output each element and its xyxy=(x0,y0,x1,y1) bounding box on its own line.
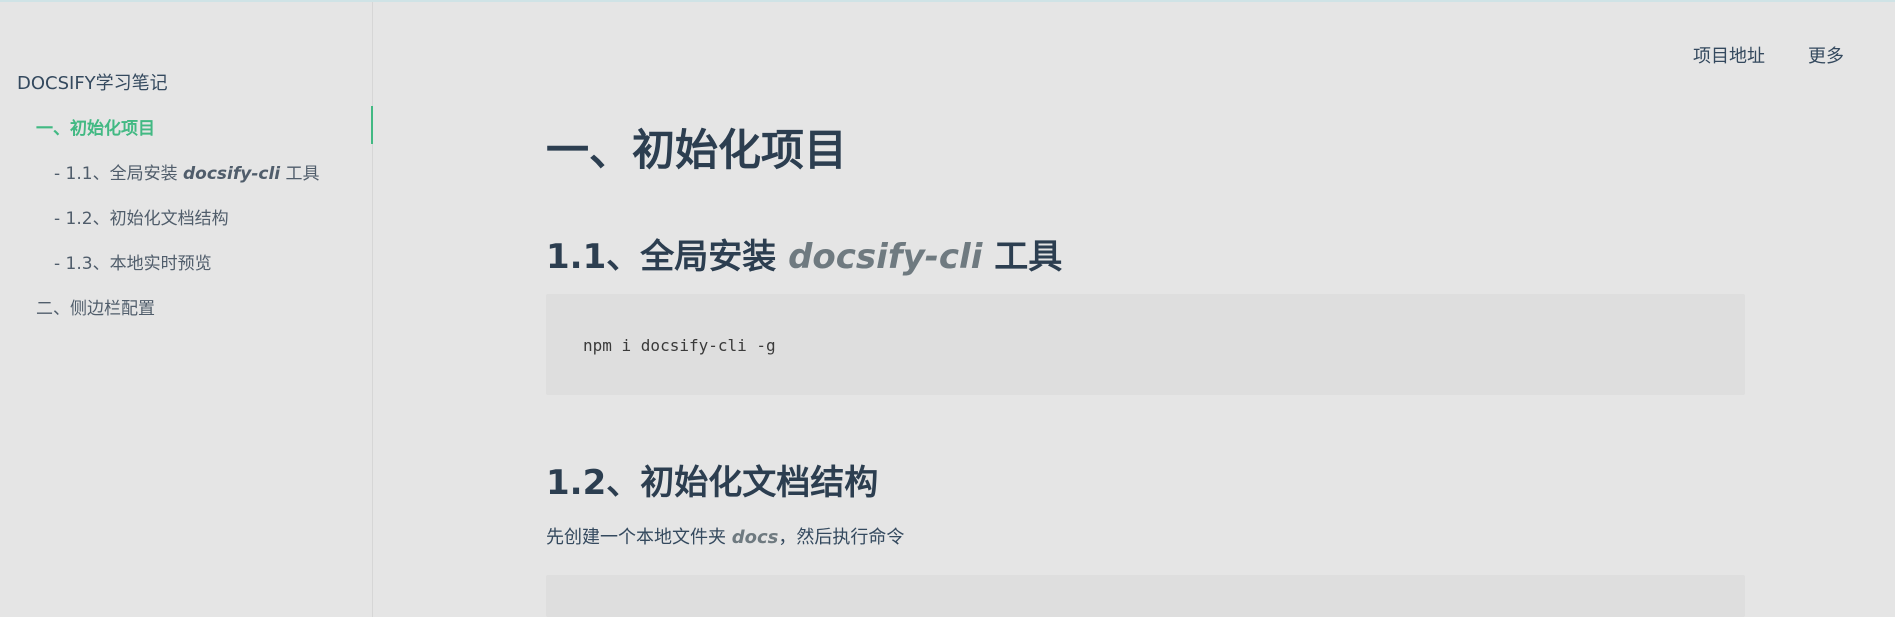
sidebar: DOCSIFY学习笔记 一、初始化项目 - 1.1、全局安装 docsify-c… xyxy=(0,2,373,617)
code-block-next xyxy=(546,575,1745,617)
sidebar-item-label-prefix: - 1.1、全局安装 xyxy=(54,164,183,184)
sidebar-item-label-suffix: 工具 xyxy=(280,164,320,184)
sidebar-item-init-structure[interactable]: - 1.2、初始化文档结构 xyxy=(54,204,229,229)
sidebar-item-sidebar-config[interactable]: 二、侧边栏配置 xyxy=(36,294,155,319)
section-heading-init-structure: 1.2、初始化文档结构 xyxy=(546,463,879,503)
paragraph-create-folder: 先创建一个本地文件夹 docs，然后执行命令 xyxy=(546,523,904,549)
section-heading-suffix: 工具 xyxy=(982,237,1063,277)
code-block-install: npm i docsify-cli -g xyxy=(546,294,1745,395)
paragraph-emph: docs xyxy=(731,527,779,548)
sidebar-item-install-cli[interactable]: - 1.1、全局安装 docsify-cli 工具 xyxy=(54,159,320,184)
section-heading-prefix: 1.1、全局安装 xyxy=(546,237,789,277)
sidebar-item-init-project[interactable]: 一、初始化项目 xyxy=(36,114,155,139)
nav-link-more[interactable]: 更多 xyxy=(1808,42,1844,68)
app-name-link[interactable]: DOCSIFY学习笔记 xyxy=(17,69,168,95)
section-heading-install-cli: 1.1、全局安装 docsify-cli 工具 xyxy=(546,229,1062,278)
sidebar-item-live-preview[interactable]: - 1.3、本地实时预览 xyxy=(54,249,212,274)
nav-link-project-address[interactable]: 项目地址 xyxy=(1693,42,1765,68)
page-heading: 一、初始化项目 xyxy=(546,126,847,176)
section-heading-emph: docsify-cli xyxy=(788,237,983,277)
sidebar-active-indicator xyxy=(371,106,373,144)
paragraph-prefix: 先创建一个本地文件夹 xyxy=(546,527,732,548)
sidebar-item-label-emph: docsify-cli xyxy=(182,164,281,184)
paragraph-suffix: ，然后执行命令 xyxy=(778,527,905,548)
code-install-command[interactable]: npm i docsify-cli -g xyxy=(583,336,776,355)
